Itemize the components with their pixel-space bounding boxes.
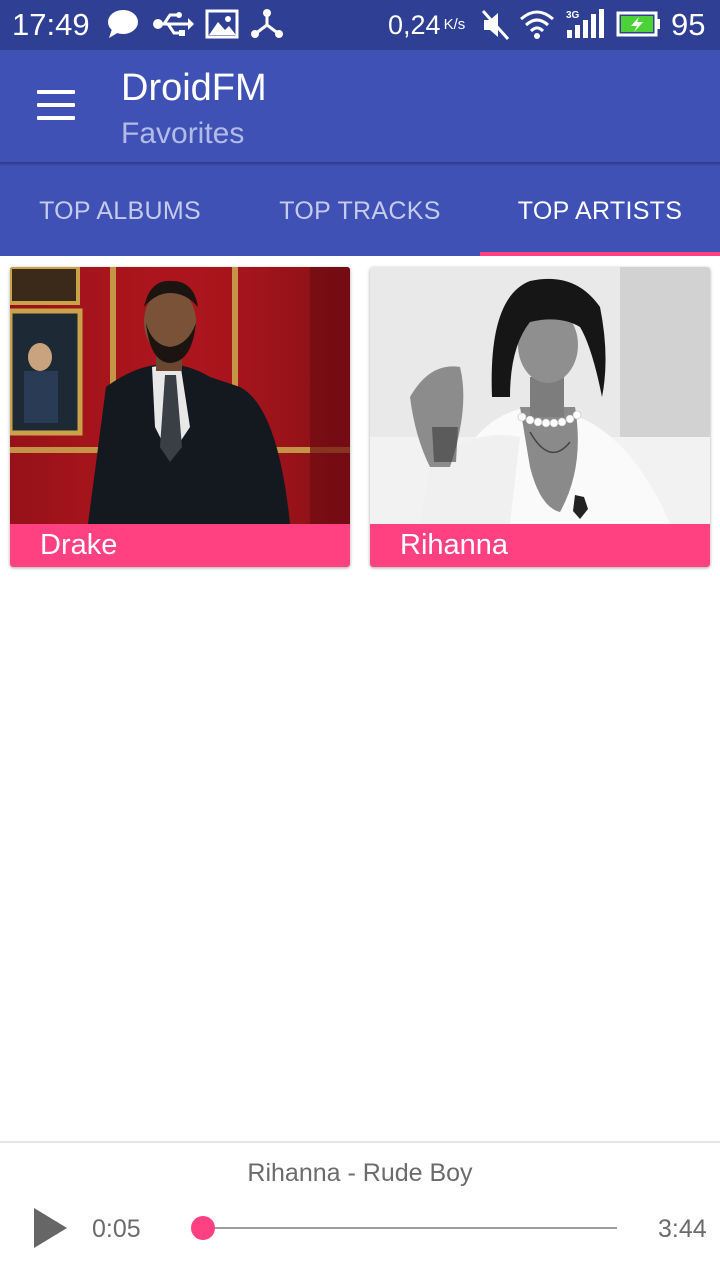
usb-icon (153, 12, 194, 36)
hamburger-icon-line-bottom (37, 116, 75, 120)
current-time: 0:05 (92, 1215, 141, 1243)
seek-bar[interactable] (191, 1216, 617, 1240)
image-icon (205, 9, 239, 39)
menu-button[interactable] (26, 84, 86, 128)
battery-charging-icon (616, 11, 660, 37)
artist-name-rihanna: Rihanna (370, 524, 710, 567)
play-icon[interactable] (30, 1205, 70, 1251)
wifi-icon (520, 10, 554, 39)
artist-photo-rihanna (370, 267, 710, 524)
tab-top-albums[interactable]: TOP ALBUMS (0, 166, 240, 256)
share-hub-icon (251, 9, 283, 38)
tab-bar: TOP ALBUMS TOP TRACKS TOP ARTISTS (0, 166, 720, 256)
now-playing-title: Rihanna - Rude Boy (247, 1159, 473, 1187)
app-bar: DroidFM Favorites (0, 50, 720, 162)
signal-3g-icon: 3G (566, 9, 604, 38)
network-speed-unit: K/s (443, 16, 466, 33)
app-subtitle: Favorites (121, 117, 245, 150)
artist-photo-drake (10, 267, 350, 524)
svg-text:3G: 3G (566, 10, 580, 21)
mini-player: Rihanna - Rude Boy 0:05 3:44 (0, 1141, 720, 1282)
battery-level: 95 (671, 7, 706, 42)
tab-top-artists[interactable]: TOP ARTISTS (480, 166, 720, 256)
artist-name-drake: Drake (10, 524, 350, 567)
status-time: 17:49 (12, 7, 90, 42)
status-bar: 17:49 0,24 K/s 3G 95 (0, 0, 720, 50)
total-time: 3:44 (658, 1215, 707, 1243)
network-speed: 0,24 K/s (388, 7, 465, 43)
app-title: DroidFM (121, 67, 267, 109)
hamburger-icon-line-top (37, 90, 75, 94)
artist-card-rihanna[interactable]: Rihanna (370, 267, 710, 567)
seek-bar-thumb[interactable] (191, 1216, 216, 1240)
chat-bubble-icon (108, 10, 138, 38)
network-speed-value: 0,24 (388, 10, 441, 40)
hamburger-icon-line-middle (37, 103, 75, 107)
muted-speaker-icon (481, 10, 510, 40)
active-tab-indicator (480, 252, 720, 256)
artist-card-drake[interactable]: Drake (10, 267, 350, 567)
tab-top-tracks[interactable]: TOP TRACKS (240, 166, 480, 256)
